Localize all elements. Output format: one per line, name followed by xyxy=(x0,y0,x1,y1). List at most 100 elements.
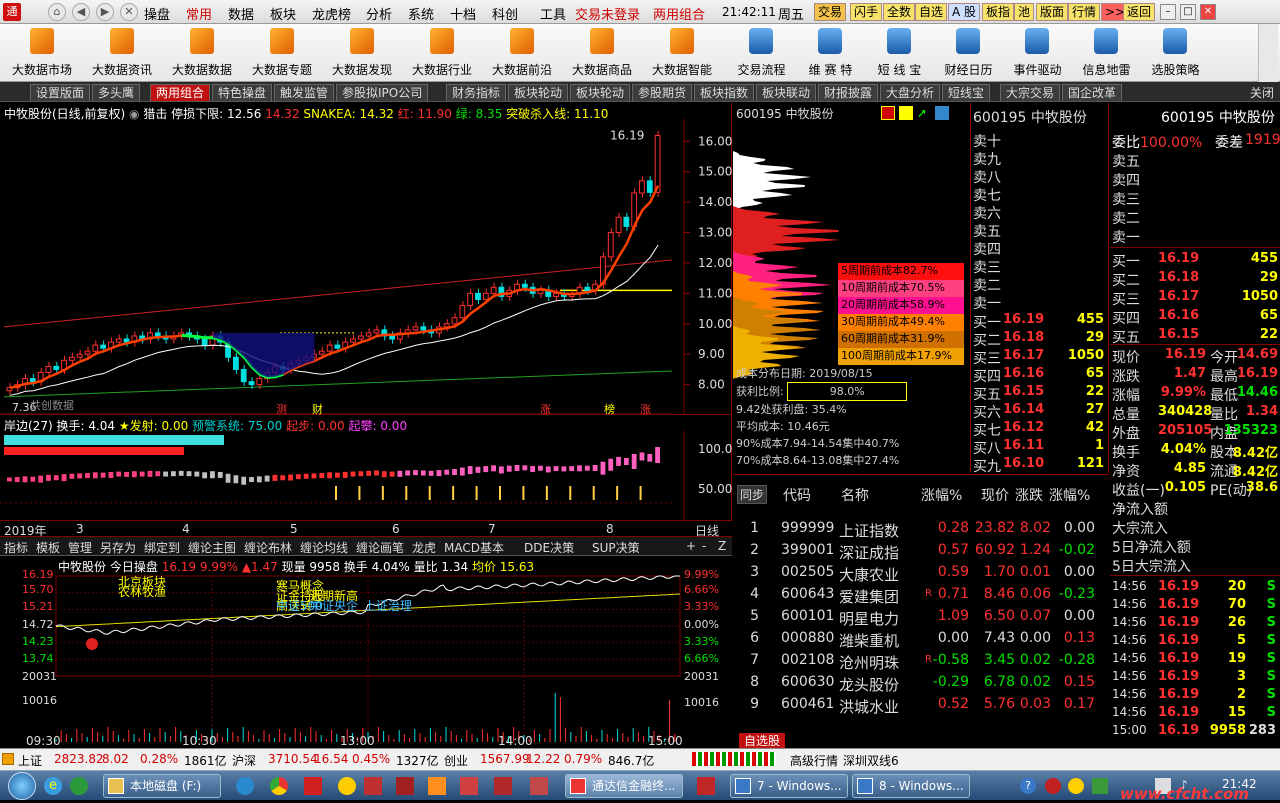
status-0-2[interactable]: 8.02 xyxy=(102,752,129,766)
rb-ashare[interactable]: A 股 xyxy=(948,3,981,21)
row-5-code[interactable]: 000880 xyxy=(781,630,834,646)
status-2-2[interactable]: 12.22 xyxy=(526,752,560,766)
kline-chart[interactable]: 16.00 15.00 14.00 13.00 12.00 11.00 10.00 9.00 8… xyxy=(0,119,732,415)
chip-tool-icons[interactable]: ➚ xyxy=(881,106,961,120)
toolbar-button-13[interactable]: 事件驱动 xyxy=(1003,24,1072,82)
row-3-code[interactable]: 600643 xyxy=(781,586,834,602)
tab-0[interactable]: 设置版面 xyxy=(30,84,91,101)
toolbar-button-9[interactable]: 交易流程 xyxy=(727,24,796,82)
status-0-1[interactable]: 2823.82 xyxy=(54,752,104,766)
app-icon-e[interactable] xyxy=(428,777,446,795)
status-2-1[interactable]: 1567.99 xyxy=(480,752,530,766)
func-7[interactable]: 缠论均线 xyxy=(300,539,348,556)
app-icon-i[interactable] xyxy=(697,777,715,795)
menu-item-shidang[interactable]: 十档 xyxy=(450,4,476,23)
toolbar-button-4[interactable]: 大数据发现 xyxy=(322,24,402,82)
row-8-code[interactable]: 600461 xyxy=(781,696,834,712)
rb-pool[interactable]: 池 xyxy=(1014,3,1035,21)
table-header-0[interactable]: 同步 xyxy=(737,485,768,504)
tab-2[interactable]: 两用组合 xyxy=(150,84,211,101)
rb-flash[interactable]: 闪手 xyxy=(850,3,883,21)
chip-arrow-icon[interactable]: ➚ xyxy=(917,106,931,120)
status-0-0[interactable]: 上证 xyxy=(18,752,42,769)
func-4[interactable]: 绑定到 xyxy=(144,539,180,556)
toolbar-button-11[interactable]: 短 线 宝 xyxy=(865,24,934,82)
table-header-6[interactable]: 涨幅% xyxy=(1049,485,1090,505)
row-6-name[interactable]: 沧州明珠 xyxy=(839,652,899,673)
task-windows-8[interactable]: 8 - Windows... xyxy=(852,774,970,798)
toolbar-button-14[interactable]: 信息地雷 xyxy=(1072,24,1141,82)
status-1-0[interactable]: 沪深 xyxy=(232,752,256,769)
chip-flag-icon[interactable] xyxy=(899,106,913,120)
toolbar-button-0[interactable]: 大数据市场 xyxy=(2,24,82,82)
menu-item-longhubang[interactable]: 龙虎榜 xyxy=(312,4,351,23)
tray-chat-icon[interactable] xyxy=(1068,778,1084,794)
start-button-icon[interactable] xyxy=(8,772,36,800)
status-1-3[interactable]: 0.45% xyxy=(352,752,390,766)
intraday-chart[interactable]: 16.19 15.70 15.21 14.72 14.23 13.74 20031 10016… xyxy=(0,556,732,748)
tab-9[interactable]: 参股期货 xyxy=(632,84,693,101)
rb-all[interactable]: 全数 xyxy=(883,3,916,21)
browser-icon[interactable] xyxy=(236,777,254,795)
app-icon-f[interactable] xyxy=(460,777,478,795)
app-icon-b[interactable] xyxy=(338,777,356,795)
func-3[interactable]: 另存为 xyxy=(100,539,136,556)
tab-14[interactable]: 短线宝 xyxy=(942,84,991,101)
tab-1[interactable]: 多头鹰 xyxy=(92,84,141,101)
minimize-icon[interactable]: – xyxy=(1160,4,1176,20)
status-2-3[interactable]: 0.79% xyxy=(564,752,602,766)
close-tabs-button[interactable]: 关闭 xyxy=(1250,84,1274,101)
func-11[interactable]: DDE决策 xyxy=(524,539,574,556)
func-12[interactable]: SUP决策 xyxy=(592,539,640,556)
status-advanced-quote[interactable]: 高级行情 xyxy=(790,752,838,769)
status-2-4[interactable]: 846.7亿 xyxy=(608,752,654,769)
func-6[interactable]: 缠论布林 xyxy=(244,539,292,556)
row-3-name[interactable]: 爱建集团 xyxy=(839,586,899,607)
task-tdx[interactable]: 通达信金融终... xyxy=(565,774,683,798)
row-0-code[interactable]: 999999 xyxy=(781,520,834,536)
toolbar-button-12[interactable]: 财经日历 xyxy=(934,24,1003,82)
menu-item-shuju[interactable]: 数据 xyxy=(228,4,254,23)
task-local-disk[interactable]: 本地磁盘 (F:) xyxy=(103,774,221,798)
menu-item-xitong[interactable]: 系统 xyxy=(408,4,434,23)
tab-11[interactable]: 板块联动 xyxy=(756,84,817,101)
tab-13[interactable]: 大盘分析 xyxy=(880,84,941,101)
row-4-name[interactable]: 明星电力 xyxy=(839,608,899,629)
rb-selfselect[interactable]: 自选 xyxy=(915,3,948,21)
toolbar-button-1[interactable]: 大数据资讯 xyxy=(82,24,162,82)
func-1[interactable]: 模板 xyxy=(36,539,60,556)
tray-record-icon[interactable] xyxy=(1045,778,1061,794)
tab-8[interactable]: 板块轮动 xyxy=(570,84,631,101)
row-0-name[interactable]: 上证指数 xyxy=(839,520,899,541)
status-1-1[interactable]: 3710.54 xyxy=(268,752,318,766)
ie-icon[interactable]: e xyxy=(44,777,62,795)
app-icon-g[interactable] xyxy=(494,777,512,795)
func-5[interactable]: 缠论主图 xyxy=(188,539,236,556)
status-0-3[interactable]: 0.28% xyxy=(140,752,178,766)
func-2[interactable]: 管理 xyxy=(68,539,92,556)
menu-item-fenxi[interactable]: 分析 xyxy=(366,4,392,23)
maximize-icon[interactable]: □ xyxy=(1180,4,1196,20)
task-windows-7[interactable]: 7 - Windows... xyxy=(730,774,848,798)
zoom-1[interactable]: - xyxy=(702,539,706,553)
rb-trade[interactable]: 交易 xyxy=(814,3,847,21)
row-4-code[interactable]: 600101 xyxy=(781,608,834,624)
tab-6[interactable]: 财务指标 xyxy=(446,84,507,101)
tray-help-icon[interactable]: ? xyxy=(1020,778,1036,794)
row-6-code[interactable]: 002108 xyxy=(781,652,834,668)
rb-return[interactable]: 返回 xyxy=(1123,3,1156,21)
app-icon-h[interactable] xyxy=(530,777,548,795)
tab-12[interactable]: 财报披露 xyxy=(818,84,879,101)
toolbar-button-2[interactable]: 大数据数据 xyxy=(162,24,242,82)
app-icon-d[interactable] xyxy=(396,777,414,795)
back-icon[interactable]: ◀ xyxy=(72,3,90,21)
toolbar-button-3[interactable]: 大数据专题 xyxy=(242,24,322,82)
tab-16[interactable]: 国企改革 xyxy=(1062,84,1123,101)
toolbar-button-15[interactable]: 选股策略 xyxy=(1141,24,1210,82)
table-header-5[interactable]: 涨跌 xyxy=(1015,485,1043,505)
row-2-name[interactable]: 大康农业 xyxy=(839,564,899,585)
home-icon[interactable]: ⌂ xyxy=(48,3,66,21)
func-10[interactable]: MACD基本 xyxy=(444,539,504,556)
menu-item-gongju[interactable]: 工具 xyxy=(540,4,566,23)
tray-shield-icon[interactable] xyxy=(1092,778,1108,794)
